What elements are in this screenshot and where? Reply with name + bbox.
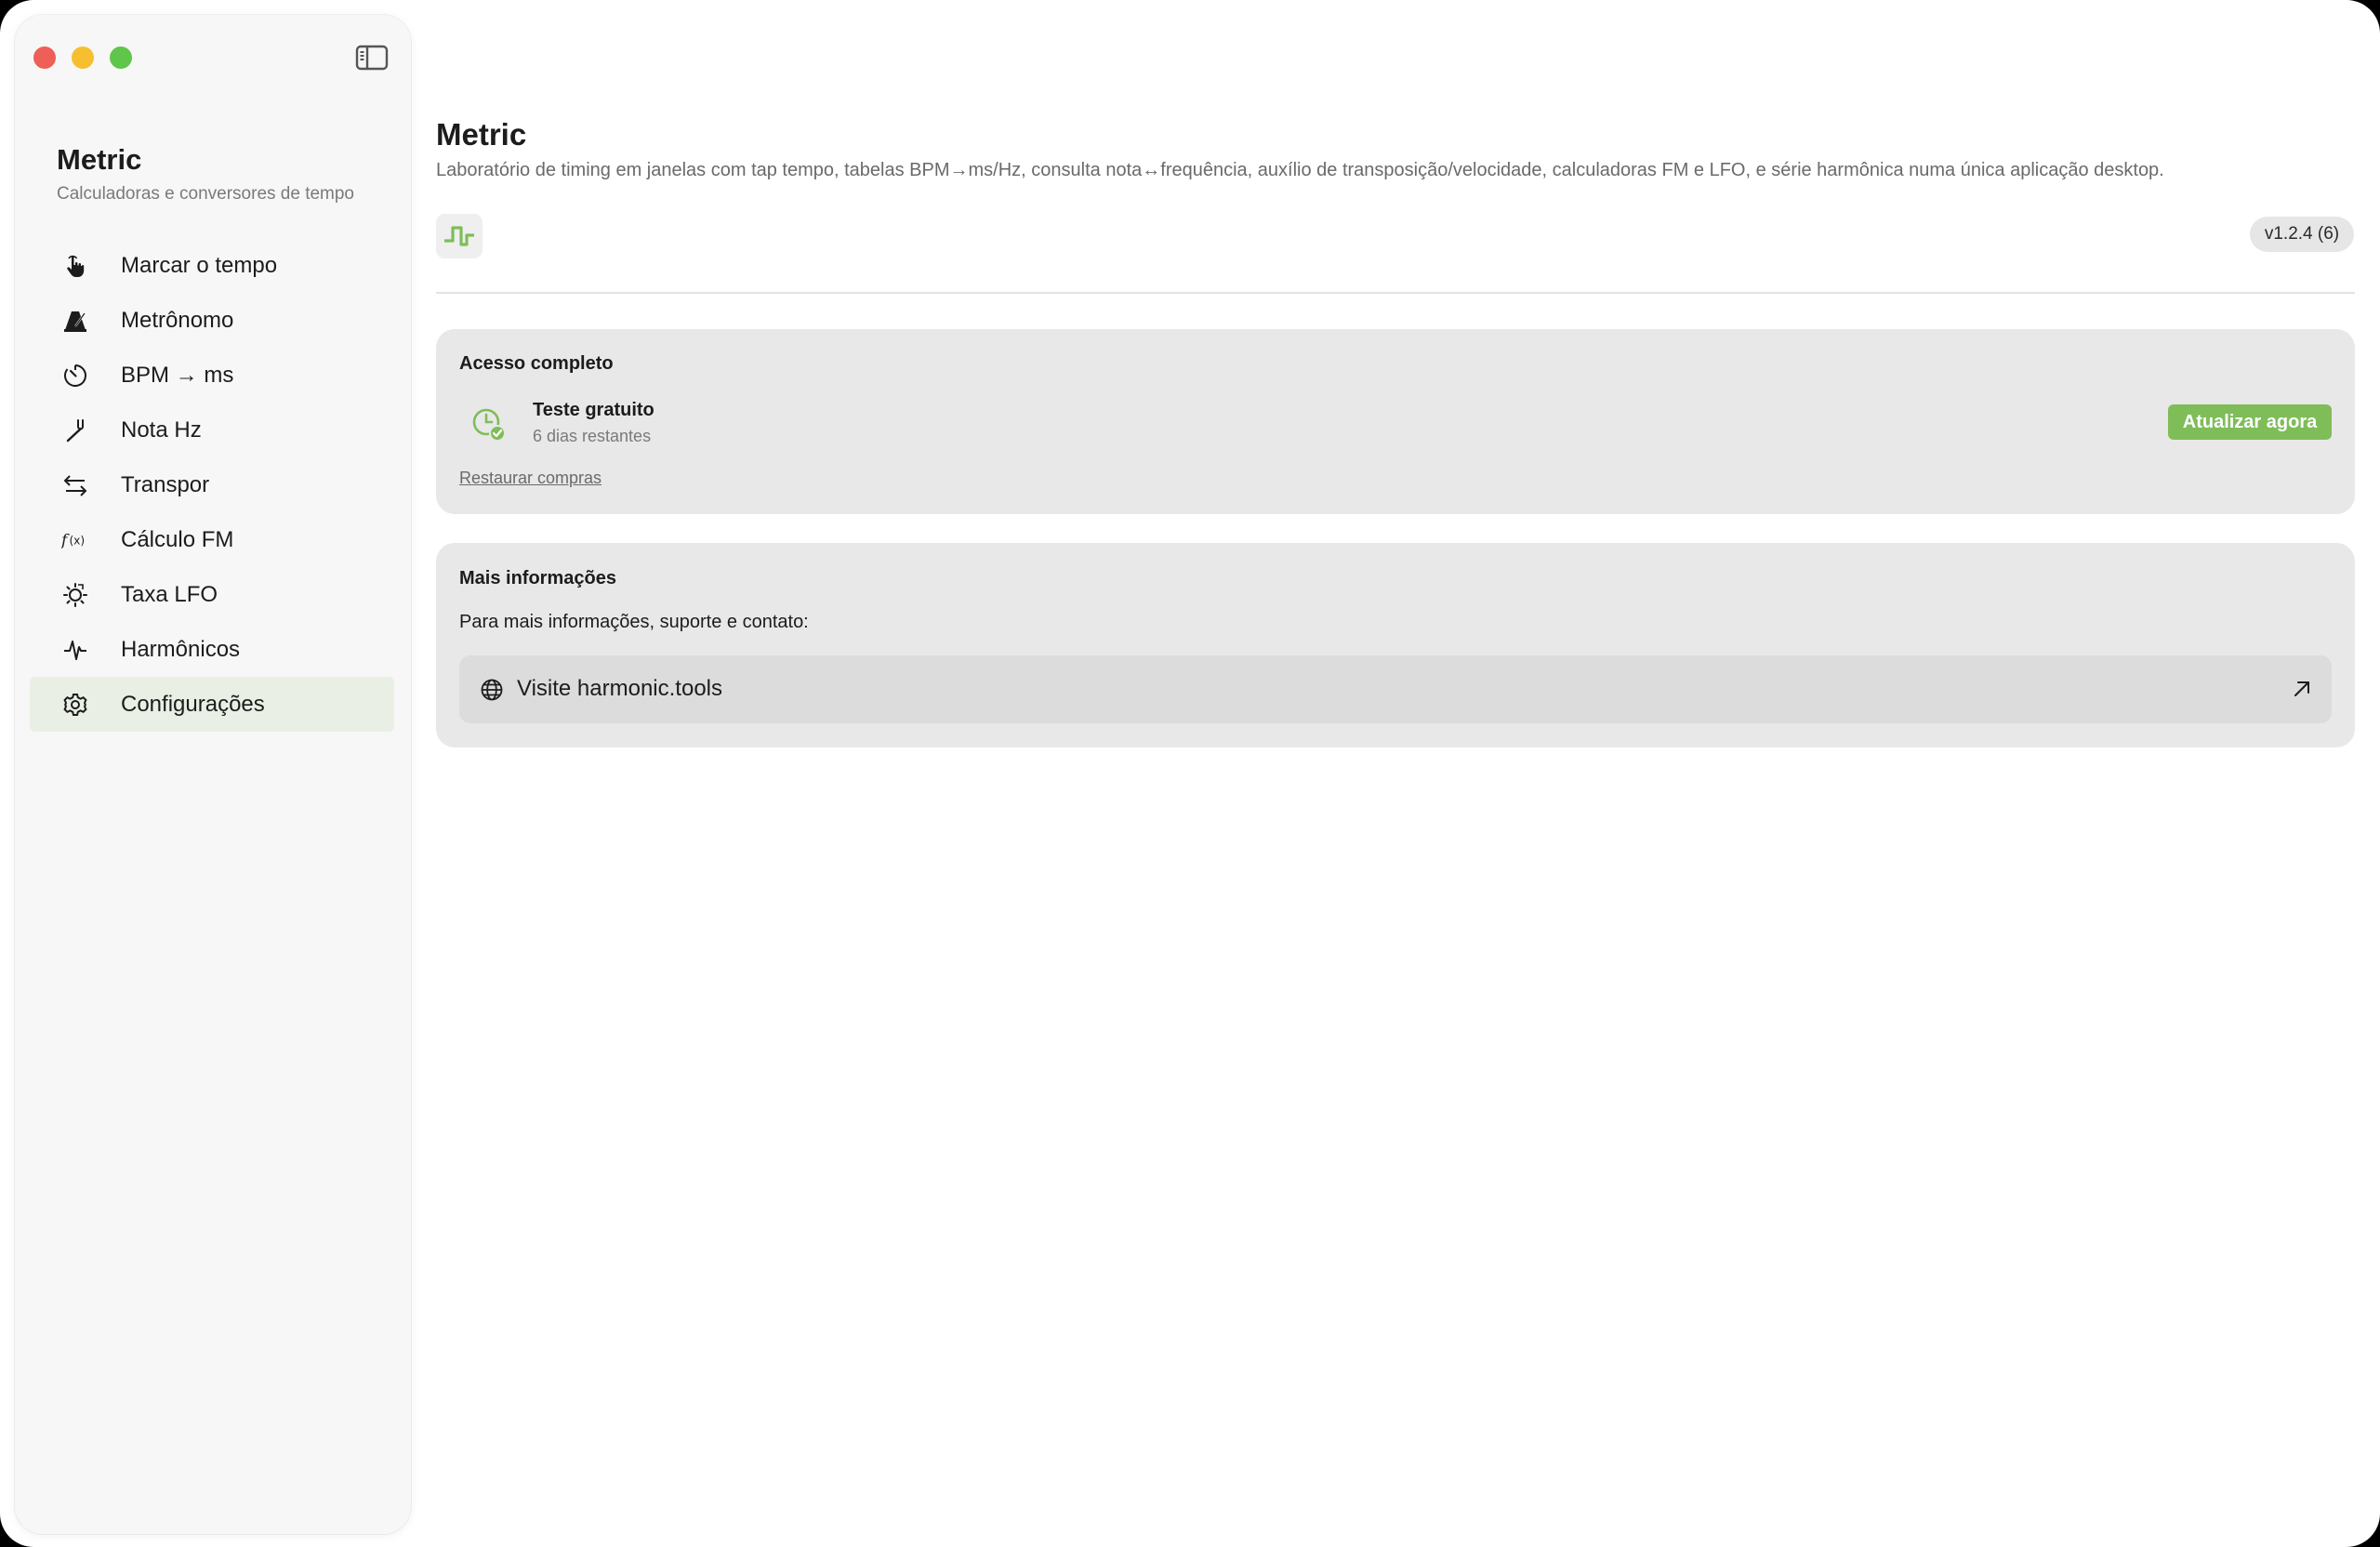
sidebar-item-label: Nota Hz [121, 416, 202, 443]
more-info-title: Mais informações [459, 568, 616, 588]
page-title: Metric [436, 117, 527, 152]
page-description: Laboratório de timing em janelas com tap… [436, 160, 2164, 180]
access-card-title: Acesso completo [459, 353, 614, 374]
app-window: Metric Calculadoras e conversores de tem… [0, 0, 2380, 1547]
tuning-fork-icon [61, 416, 89, 444]
more-info-text: Para mais informações, suporte e contato… [459, 612, 809, 632]
sidebar-item-label: Metrônomo [121, 307, 234, 333]
visit-website-button[interactable]: Visite harmonic.tools [459, 655, 2332, 723]
external-link-icon [2291, 678, 2313, 700]
sidebar: Metric Calculadoras e conversores de tem… [15, 15, 411, 1534]
function-icon: f (x) [61, 526, 89, 554]
sidebar-item-label: Taxa LFO [121, 581, 218, 607]
lfo-sun-icon [61, 581, 89, 609]
sidebar-item-settings[interactable]: Configurações [30, 677, 394, 732]
svg-text:(x): (x) [69, 534, 85, 547]
sidebar-item-fm-calc[interactable]: f (x) Cálculo FM [30, 512, 394, 567]
tap-hand-icon [61, 252, 89, 280]
sidebar-item-label: Marcar o tempo [121, 252, 278, 278]
sidebar-app-tagline: Calculadoras e conversores de tempo [57, 184, 355, 204]
waveform-icon [61, 636, 89, 664]
sidebar-item-harmonics[interactable]: Harmônicos [30, 622, 394, 677]
sidebar-item-label: BPM → ms [121, 362, 234, 388]
sidebar-app-name: Metric [57, 143, 142, 176]
sidebar-item-label: Configurações [121, 691, 265, 717]
zoom-window-button[interactable] [110, 46, 132, 69]
sidebar-toggle-icon[interactable] [355, 45, 389, 71]
sidebar-item-label: Harmônicos [121, 636, 241, 662]
restore-purchases-link[interactable]: Restaurar compras [459, 469, 602, 488]
sidebar-item-label: Transpor [121, 471, 210, 497]
close-window-button[interactable] [33, 46, 56, 69]
globe-icon [480, 678, 504, 702]
metronome-icon [61, 307, 89, 335]
swap-arrows-icon [61, 471, 89, 499]
upgrade-now-button[interactable]: Atualizar agora [2168, 404, 2332, 440]
divider [436, 292, 2355, 294]
visit-website-label: Visite harmonic.tools [517, 676, 722, 701]
sidebar-item-tap-tempo[interactable]: Marcar o tempo [30, 238, 394, 293]
sidebar-item-note-hz[interactable]: Nota Hz [30, 403, 394, 457]
gear-icon [61, 691, 89, 719]
app-logo-icon [436, 214, 483, 258]
sidebar-item-lfo-rate[interactable]: Taxa LFO [30, 567, 394, 622]
access-card: Acesso completo Teste gratuito 6 dias re… [436, 329, 2355, 514]
trial-title: Teste gratuito [533, 400, 654, 420]
sidebar-nav: Marcar o tempo Metrônomo BPM → ms Nota H… [30, 238, 394, 732]
timer-icon [61, 362, 89, 390]
trial-remaining: 6 dias restantes [533, 427, 652, 445]
sidebar-item-metronome[interactable]: Metrônomo [30, 293, 394, 348]
clock-check-icon [469, 405, 507, 443]
version-badge: v1.2.4 (6) [2250, 217, 2354, 252]
minimize-window-button[interactable] [72, 46, 94, 69]
more-info-card: Mais informações Para mais informações, … [436, 543, 2355, 747]
sidebar-item-label: Cálculo FM [121, 526, 234, 552]
sidebar-item-bpm-ms[interactable]: BPM → ms [30, 348, 394, 403]
sidebar-item-transpose[interactable]: Transpor [30, 457, 394, 512]
